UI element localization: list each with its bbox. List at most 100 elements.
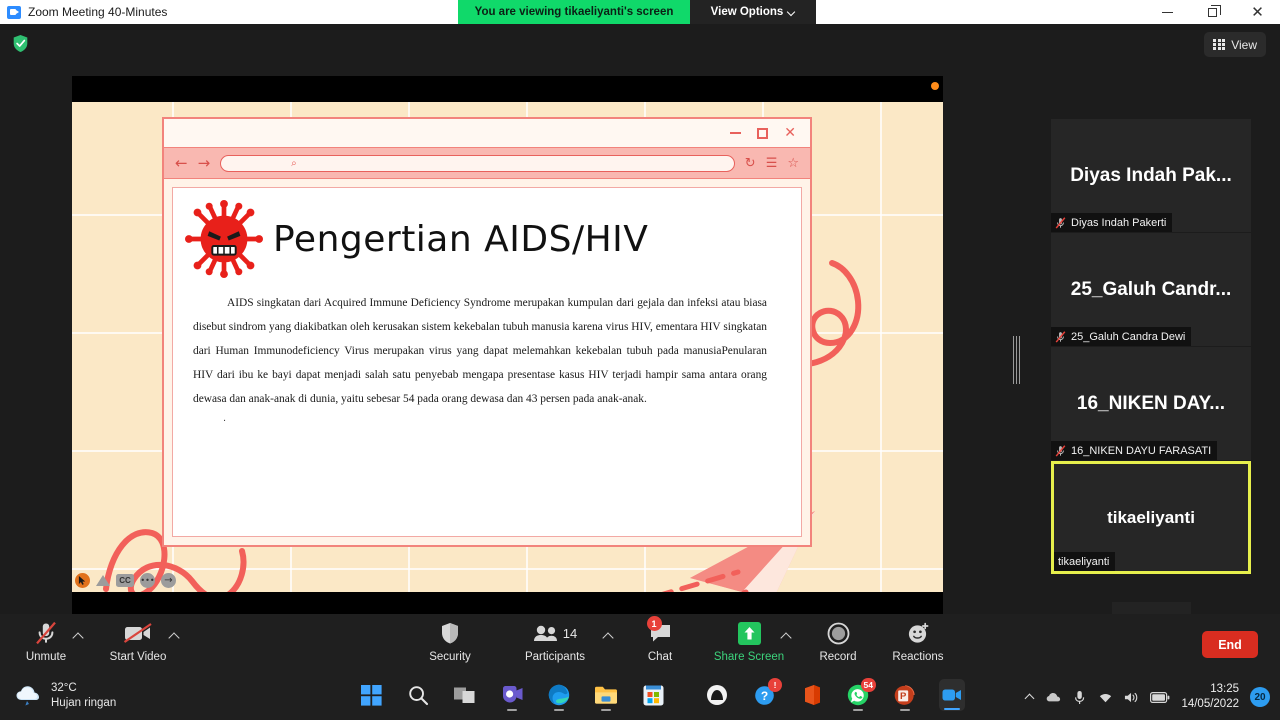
hamburger-menu-icon: ☰	[765, 155, 778, 171]
security-button[interactable]: Security	[413, 618, 487, 663]
zoom-meeting-window: Zoom Meeting 40-Minutes You are viewing …	[0, 0, 1280, 720]
help-icon[interactable]: ? !	[751, 678, 782, 711]
recording-indicator-icon	[931, 82, 939, 90]
whatsapp-unread-badge: 54	[860, 678, 876, 692]
whatsapp-icon[interactable]: 54	[845, 678, 876, 711]
participant-name-text: 16_NIKEN DAYU FARASATI	[1071, 444, 1212, 457]
closed-caption-icon[interactable]: CC	[116, 574, 134, 587]
teams-icon[interactable]	[499, 679, 525, 711]
search-icon[interactable]	[405, 679, 431, 711]
show-hidden-icons-chevron[interactable]	[1025, 692, 1035, 702]
share-options-caret[interactable]	[780, 630, 792, 642]
panel-resize-handle[interactable]	[1013, 336, 1020, 384]
battery-icon[interactable]	[1150, 690, 1170, 705]
weather-text: 32°C Hujan ringan	[51, 681, 116, 711]
view-options-button[interactable]: View Options	[690, 0, 816, 24]
powerpoint-icon[interactable]: P	[892, 679, 918, 711]
notification-count-badge[interactable]: 20	[1250, 687, 1270, 707]
participants-icon: 14	[533, 618, 577, 648]
view-layout-button[interactable]: View	[1204, 32, 1266, 57]
audio-options-caret[interactable]	[72, 630, 84, 642]
slide-body-text: AIDS singkatan dari Acquired Immune Defi…	[193, 297, 767, 405]
participant-name-label: 16_NIKEN DAYU FARASATI	[1051, 441, 1218, 460]
forward-arrow-icon: →	[197, 153, 211, 172]
participants-options-caret[interactable]	[602, 630, 614, 642]
video-muted-icon	[123, 618, 153, 648]
browser-close-icon: ✕	[784, 125, 796, 141]
taskbar-app-icons: ? ! 54 P	[358, 678, 965, 711]
restore-icon	[1208, 5, 1221, 17]
volume-icon[interactable]	[1124, 690, 1139, 705]
participants-button[interactable]: 14 Participants	[518, 618, 592, 663]
presentation-slide: ✕ ← → ⌕ ↻ ☰ ☆ Pengertian AIDS/HIV AIDS s…	[72, 102, 943, 592]
slide-trailing-dot: .	[223, 411, 227, 424]
record-button[interactable]: Record	[801, 618, 875, 663]
svg-text:P: P	[900, 691, 907, 702]
reactions-button[interactable]: Reactions	[881, 618, 955, 663]
next-arrow-icon[interactable]: →	[161, 573, 176, 588]
zoom-taskbar-icon[interactable]	[939, 679, 965, 711]
security-shield-icon[interactable]	[12, 34, 29, 53]
annotate-triangle-icon[interactable]	[96, 575, 110, 586]
slide-header: Pengertian AIDS/HIV	[185, 200, 779, 278]
shield-icon	[439, 618, 461, 648]
share-screen-button[interactable]: Share Screen	[712, 618, 786, 663]
taskbar-weather-widget[interactable]: 32°C Hujan ringan	[14, 681, 116, 711]
participant-name-text: 25_Galuh Candra Dewi	[1071, 330, 1186, 343]
grid-icon	[1213, 38, 1226, 51]
start-video-label: Start Video	[109, 651, 167, 663]
video-options-caret[interactable]	[168, 630, 180, 642]
participant-name-text: Diyas Indah Pakerti	[1071, 216, 1167, 229]
window-controls: ✕	[1145, 0, 1280, 24]
chat-label: Chat	[647, 651, 673, 663]
onedrive-cloud-icon[interactable]	[1046, 690, 1061, 705]
task-view-icon[interactable]	[452, 679, 478, 711]
browser-mock-navbar: ← → ⌕ ↻ ☰ ☆	[164, 148, 810, 179]
title-bar: Zoom Meeting 40-Minutes You are viewing …	[0, 0, 1280, 24]
microsoft-store-icon[interactable]	[640, 679, 666, 711]
participant-name-text: tikaeliyanti	[1058, 555, 1110, 568]
meeting-toolbar: Unmute Start Video Security 14 Participa…	[0, 614, 1280, 674]
participant-tile-1[interactable]: 25_Galuh Candr... 25_Galuh Candra Dewi	[1051, 233, 1251, 346]
minimize-button[interactable]	[1145, 0, 1190, 24]
mic-muted-icon	[33, 618, 59, 648]
participant-tile-0[interactable]: Diyas Indah Pak... Diyas Indah Pakerti	[1051, 119, 1251, 232]
office-icon[interactable]	[798, 679, 824, 711]
bookmark-star-icon: ☆	[787, 155, 799, 171]
wifi-icon[interactable]	[1098, 690, 1113, 705]
more-options-icon[interactable]: •••	[140, 573, 155, 588]
reactions-label: Reactions	[892, 651, 944, 663]
shared-screen-region[interactable]: ✕ ← → ⌕ ↻ ☰ ☆ Pengertian AIDS/HIV AIDS s…	[72, 76, 943, 619]
microphone-icon[interactable]	[1072, 690, 1087, 705]
virus-icon	[185, 200, 263, 278]
close-button[interactable]: ✕	[1235, 0, 1280, 24]
participant-name-label: tikaeliyanti	[1054, 552, 1116, 571]
edge-browser-icon[interactable]	[546, 679, 572, 711]
file-explorer-icon[interactable]	[593, 679, 619, 711]
participants-label: Participants	[524, 651, 586, 663]
mic-muted-icon	[1055, 216, 1066, 229]
rain-cloud-icon	[16, 686, 39, 706]
start-video-button[interactable]: Start Video	[101, 618, 175, 663]
end-meeting-button[interactable]: End	[1202, 631, 1258, 658]
participant-tile-3-active-speaker[interactable]: tikaeliyanti tikaeliyanti	[1051, 461, 1251, 574]
participant-display-name: 16_NIKEN DAY...	[1076, 392, 1226, 414]
chat-button[interactable]: 1 Chat	[623, 616, 697, 663]
slide-content-page: Pengertian AIDS/HIV AIDS singkatan dari …	[172, 187, 802, 537]
taskbar-clock[interactable]: 13:25 14/05/2022	[1181, 682, 1239, 712]
start-button-icon[interactable]	[358, 679, 384, 711]
browser-maximize-icon	[757, 127, 769, 139]
security-label: Security	[429, 651, 471, 663]
browser-address-bar: ⌕	[220, 154, 735, 172]
arc-app-icon[interactable]	[704, 679, 730, 711]
mic-muted-icon	[1055, 330, 1066, 343]
view-label: View	[1231, 37, 1257, 52]
weather-description: Hujan ringan	[51, 697, 117, 709]
share-screen-icon	[737, 618, 761, 648]
share-screen-label: Share Screen	[713, 651, 785, 663]
slide-title: Pengertian AIDS/HIV	[273, 218, 649, 260]
help-alert-badge: !	[768, 678, 782, 692]
maximize-button[interactable]	[1190, 0, 1235, 24]
pointer-cursor-icon[interactable]	[75, 573, 90, 588]
participant-tile-2[interactable]: 16_NIKEN DAY... 16_NIKEN DAYU FARASATI	[1051, 347, 1251, 460]
